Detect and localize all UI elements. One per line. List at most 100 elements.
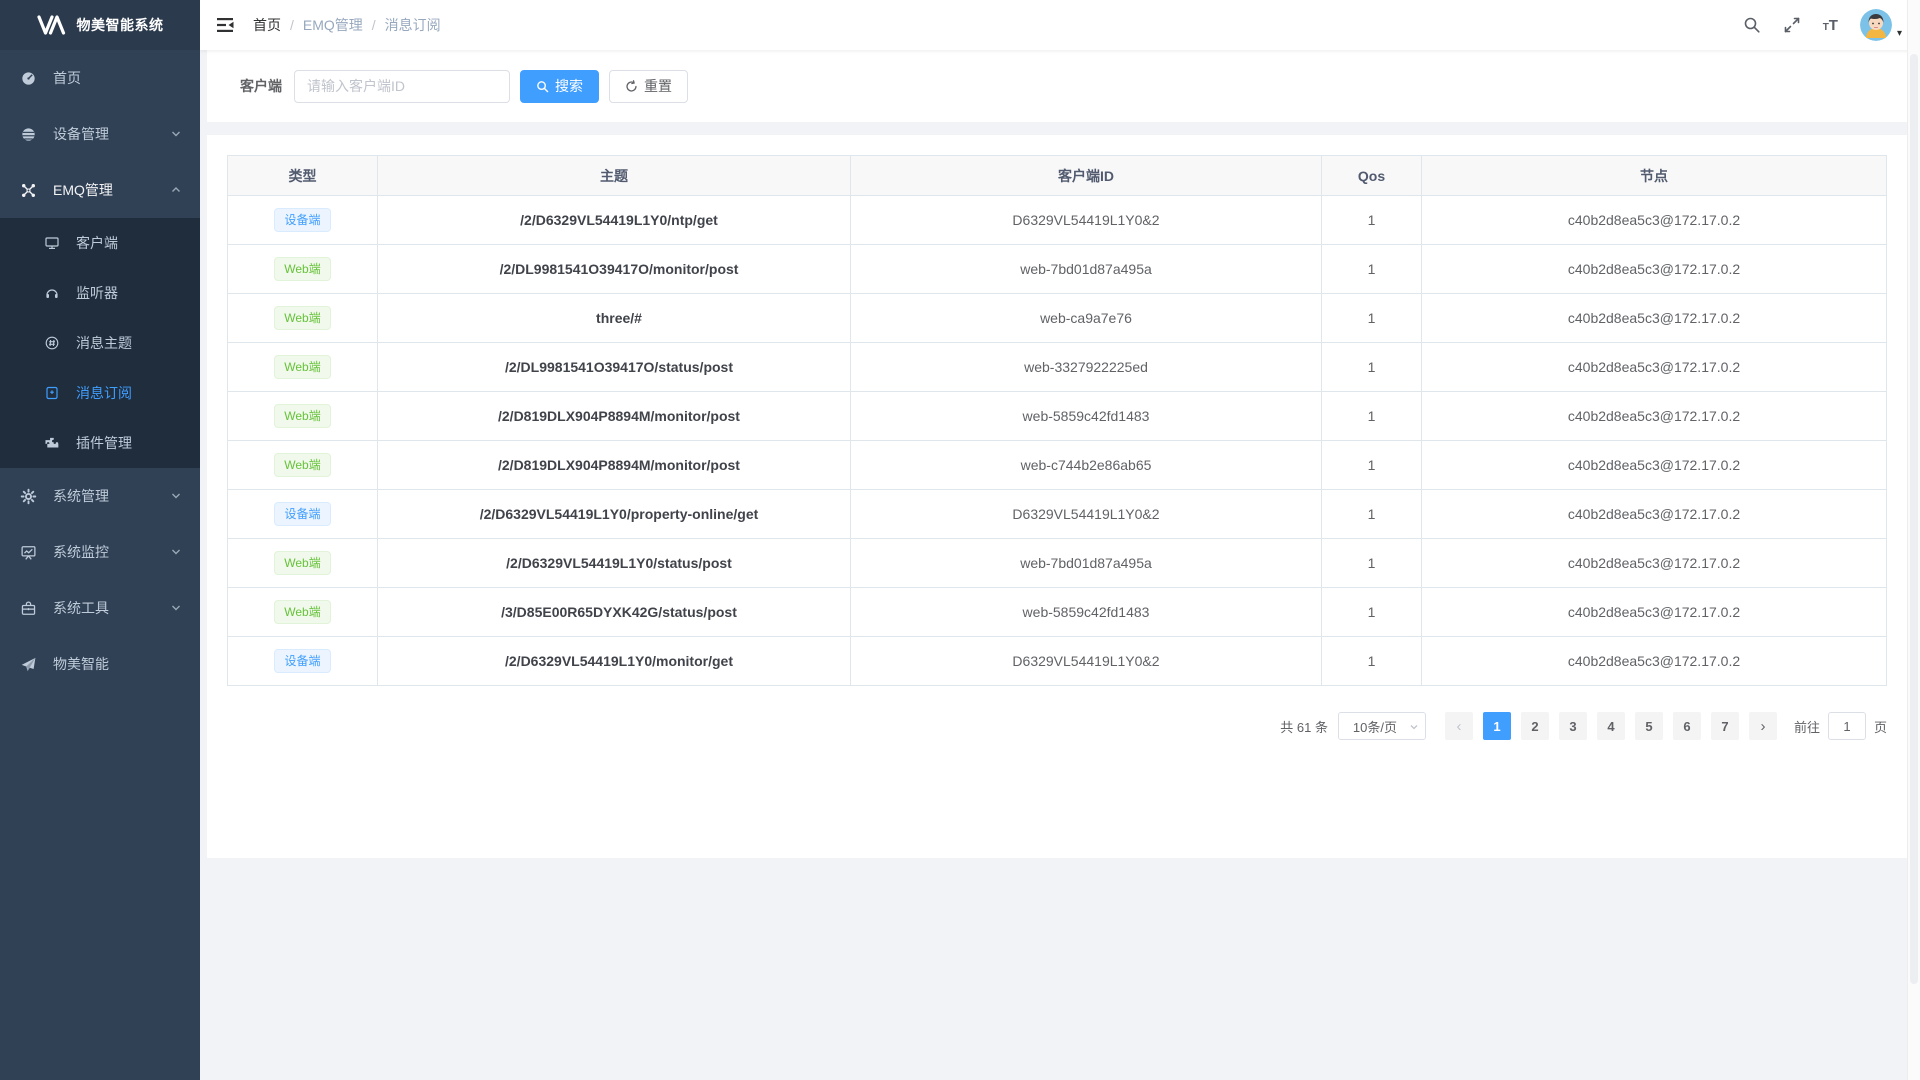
sidebar-item-system-tools[interactable]: 系统工具: [0, 580, 200, 636]
topic-cell: /2/DL9981541O39417O/monitor/post: [378, 245, 851, 294]
sidebar-item-label: 设备管理: [53, 124, 109, 144]
pagination-page-6[interactable]: 6: [1673, 712, 1701, 740]
sidebar-item-message-subscribe[interactable]: 消息订阅: [0, 368, 200, 418]
fullscreen-icon[interactable]: [1783, 16, 1801, 34]
sidebar-menu: 首页 设备管理 EMQ管理 客户端: [0, 50, 200, 692]
reset-button[interactable]: 重置: [609, 70, 688, 103]
scrollbar-thumb[interactable]: [1910, 54, 1918, 984]
pagination-next-button[interactable]: ›: [1749, 712, 1777, 740]
col-header-qos: Qos: [1322, 156, 1422, 196]
search-icon[interactable]: [1743, 16, 1761, 34]
qos-cell: 1: [1322, 539, 1422, 588]
table-row[interactable]: 设备端 /2/D6329VL54419L1Y0/property-online/…: [228, 490, 1887, 539]
topic-cell: /2/D6329VL54419L1Y0/ntp/get: [378, 196, 851, 245]
top-navbar: 首页 / EMQ管理 / 消息订阅 TT ▾: [200, 0, 1920, 50]
table-row[interactable]: Web端 /3/D85E00R65DYXK42G/status/post web…: [228, 588, 1887, 637]
table-header-row: 类型 主题 客户端ID Qos 节点: [228, 156, 1887, 196]
node-cell: c40b2d8ea5c3@172.17.0.2: [1422, 490, 1887, 539]
col-header-topic: 主题: [378, 156, 851, 196]
sidebar-item-plugin-mgmt[interactable]: 插件管理: [0, 418, 200, 468]
sidebar-item-system-monitor[interactable]: 系统监控: [0, 524, 200, 580]
table-row[interactable]: Web端 /2/DL9981541O39417O/status/post web…: [228, 343, 1887, 392]
sidebar-item-listener[interactable]: 监听器: [0, 268, 200, 318]
table-row[interactable]: Web端 /2/D6329VL54419L1Y0/status/post web…: [228, 539, 1887, 588]
chevron-down-icon: [170, 546, 182, 558]
client-id-cell: web-5859c42fd1483: [851, 392, 1322, 441]
qos-cell: 1: [1322, 294, 1422, 343]
qos-cell: 1: [1322, 343, 1422, 392]
sidebar-item-client[interactable]: 客户端: [0, 218, 200, 268]
pagination-page-2[interactable]: 2: [1521, 712, 1549, 740]
type-tag: Web端: [274, 404, 330, 428]
pagination-page-5[interactable]: 5: [1635, 712, 1663, 740]
avatar[interactable]: [1860, 9, 1892, 41]
devices-icon: [20, 126, 37, 143]
breadcrumb-current: 消息订阅: [385, 15, 441, 35]
sidebar-item-system-mgmt[interactable]: 系统管理: [0, 468, 200, 524]
table-row[interactable]: Web端 /2/D819DLX904P8894M/monitor/post we…: [228, 441, 1887, 490]
topic-cell: /2/D819DLX904P8894M/monitor/post: [378, 441, 851, 490]
dashboard-icon: [20, 70, 37, 87]
sidebar-item-label: 消息订阅: [76, 383, 132, 403]
table-row[interactable]: Web端 three/# web-ca9a7e76 1 c40b2d8ea5c3…: [228, 294, 1887, 343]
node-cell: c40b2d8ea5c3@172.17.0.2: [1422, 294, 1887, 343]
goto-page-input[interactable]: [1828, 712, 1866, 740]
type-tag: Web端: [274, 355, 330, 379]
pagination-page-4[interactable]: 4: [1597, 712, 1625, 740]
client-id-cell: web-7bd01d87a495a: [851, 539, 1322, 588]
client-id-cell: web-3327922225ed: [851, 343, 1322, 392]
topic-cell: /2/D6329VL54419L1Y0/property-online/get: [378, 490, 851, 539]
client-id-label: 客户端: [240, 76, 282, 96]
sidebar-item-home[interactable]: 首页: [0, 50, 200, 106]
breadcrumb-home[interactable]: 首页: [253, 15, 281, 35]
client-id-input[interactable]: [294, 70, 510, 103]
sidebar-item-device-mgmt[interactable]: 设备管理: [0, 106, 200, 162]
type-tag: 设备端: [274, 502, 330, 526]
pagination-page-1[interactable]: 1: [1483, 712, 1511, 740]
type-tag: Web端: [274, 306, 330, 330]
pagination-prev-button[interactable]: ‹: [1445, 712, 1473, 740]
pagination-page-7[interactable]: 7: [1711, 712, 1739, 740]
sidebar-fold-icon[interactable]: [215, 15, 235, 35]
table-row[interactable]: Web端 /2/DL9981541O39417O/monitor/post we…: [228, 245, 1887, 294]
node-cell: c40b2d8ea5c3@172.17.0.2: [1422, 343, 1887, 392]
emq-node-icon: [20, 182, 37, 199]
topic-cell: /2/D819DLX904P8894M/monitor/post: [378, 392, 851, 441]
sidebar-item-wumei-smart[interactable]: 物美智能: [0, 636, 200, 692]
sidebar-item-label: 系统监控: [53, 542, 109, 562]
paper-plane-icon: [20, 656, 37, 673]
refresh-icon: [625, 80, 638, 93]
chevron-down-icon: [170, 128, 182, 140]
qos-cell: 1: [1322, 245, 1422, 294]
node-cell: c40b2d8ea5c3@172.17.0.2: [1422, 588, 1887, 637]
type-tag: 设备端: [274, 208, 330, 232]
qos-cell: 1: [1322, 490, 1422, 539]
emq-submenu: 客户端 监听器 消息主题 消息订阅: [0, 218, 200, 468]
caret-down-icon[interactable]: ▾: [1897, 28, 1902, 39]
goto-label: 前往: [1794, 717, 1820, 736]
client-id-cell: web-c744b2e86ab65: [851, 441, 1322, 490]
gear-icon: [20, 488, 37, 505]
sidebar-item-message-topic[interactable]: 消息主题: [0, 318, 200, 368]
user-menu[interactable]: ▾: [1860, 9, 1902, 41]
table-row[interactable]: Web端 /2/D819DLX904P8894M/monitor/post we…: [228, 392, 1887, 441]
chevron-down-icon: [170, 490, 182, 502]
type-tag: 设备端: [274, 649, 330, 673]
table-row[interactable]: 设备端 /2/D6329VL54419L1Y0/ntp/get D6329VL5…: [228, 196, 1887, 245]
topic-cell: three/#: [378, 294, 851, 343]
sidebar-item-label: 客户端: [76, 233, 118, 253]
client-id-cell: web-7bd01d87a495a: [851, 245, 1322, 294]
table-row[interactable]: 设备端 /2/D6329VL54419L1Y0/monitor/get D632…: [228, 637, 1887, 686]
search-button[interactable]: 搜索: [520, 70, 599, 103]
app-logo[interactable]: 物美智能系统: [0, 0, 200, 50]
col-header-node: 节点: [1422, 156, 1887, 196]
page-size-select[interactable]: 10条/页: [1338, 712, 1426, 740]
page-scrollbar[interactable]: [1907, 0, 1920, 1080]
qos-cell: 1: [1322, 441, 1422, 490]
font-size-icon[interactable]: TT: [1823, 18, 1838, 33]
pagination-page-3[interactable]: 3: [1559, 712, 1587, 740]
logo-mark-icon: [37, 15, 67, 35]
subscription-table: 类型 主题 客户端ID Qos 节点 设备端 /2/D6329VL54419L1…: [227, 155, 1887, 686]
subscription-table-card: 类型 主题 客户端ID Qos 节点 设备端 /2/D6329VL54419L1…: [207, 135, 1907, 858]
sidebar-item-emq-mgmt[interactable]: EMQ管理: [0, 162, 200, 218]
